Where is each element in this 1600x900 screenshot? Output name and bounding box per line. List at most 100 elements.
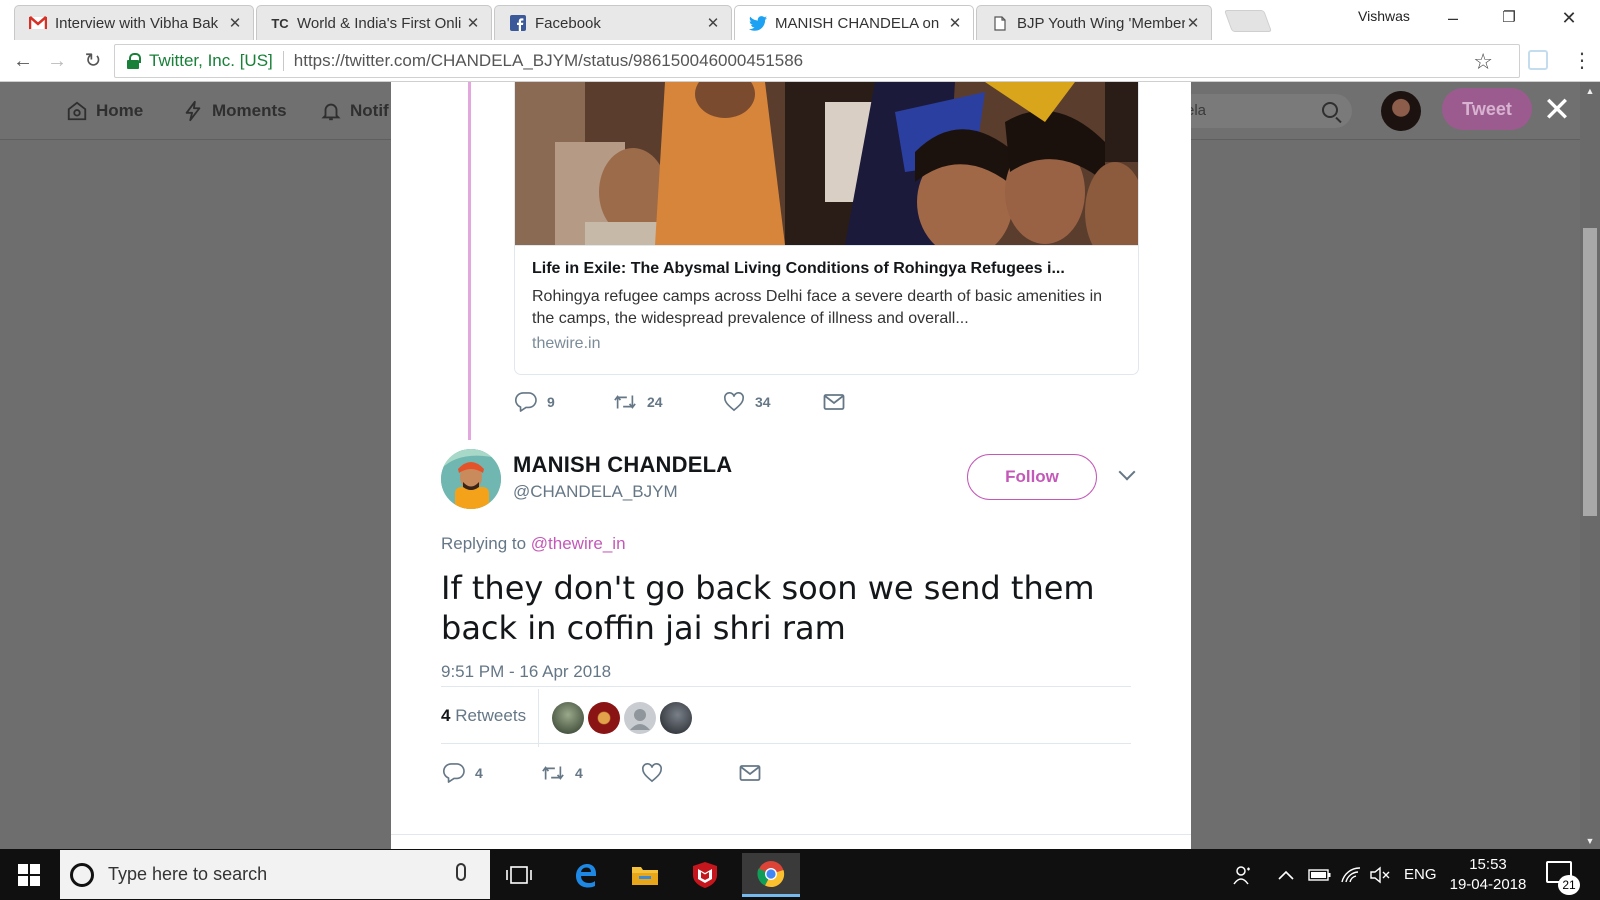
new-tab-button[interactable] [1223,10,1273,32]
tab-title: Facebook [535,14,601,32]
taskbar-search-placeholder: Type here to search [108,864,268,884]
modal-bottom-divider [391,834,1191,835]
tab-facebook[interactable]: Facebook ✕ [494,5,732,40]
reply-action[interactable]: 9 [515,392,613,412]
tweet-timestamp[interactable]: 9:51 PM - 16 Apr 2018 [441,662,611,682]
card-image[interactable] [515,82,1138,245]
like-action[interactable] [641,763,739,783]
edge-icon[interactable] [556,853,614,897]
retweet-stats[interactable]: 4 Retweets [441,706,526,726]
forward-icon[interactable]: → [44,48,70,74]
scroll-up-arrow-icon[interactable]: ▲ [1584,86,1596,96]
nav-moments-label: Moments [212,101,287,120]
retweeter-avatar[interactable] [552,702,584,734]
tray-overflow-chevron-icon[interactable] [1278,849,1294,900]
tab-close-icon[interactable]: ✕ [227,14,243,32]
retweet-action[interactable]: 24 [613,393,723,411]
scrollbar-thumb[interactable] [1583,228,1597,516]
parent-tweet-actions: 9 24 34 [515,392,845,412]
gmail-icon [29,15,47,31]
microphone-icon[interactable] [456,863,466,881]
user-avatar[interactable] [1381,91,1421,131]
tab-twitter[interactable]: MANISH CHANDELA on ✕ [734,5,974,40]
battery-icon[interactable] [1308,849,1332,900]
window-close-icon[interactable]: ✕ [1554,6,1584,30]
wifi-icon[interactable] [1340,849,1362,900]
nav-moments[interactable]: Moments [182,100,287,122]
file-explorer-icon[interactable] [616,853,674,897]
windows-start-icon[interactable] [18,864,40,886]
reload-icon[interactable]: ↻ [80,48,106,74]
extension-icon[interactable] [1528,50,1548,70]
task-view-icon[interactable] [490,853,548,897]
replying-to-mention[interactable]: @thewire_in [531,534,626,553]
cortana-icon[interactable] [70,862,94,887]
scroll-down-arrow-icon[interactable]: ▼ [1584,836,1596,846]
author-handle[interactable]: @CHANDELA_BJYM [513,482,678,502]
retweet-stat-label: Retweets [455,706,527,725]
lightning-icon [185,100,201,122]
card-domain[interactable]: thewire.in [532,335,1121,353]
retweeter-avatar[interactable] [588,702,620,734]
back-icon[interactable]: ← [10,48,36,74]
tab-close-icon[interactable]: ✕ [947,14,963,32]
heart-icon [642,763,662,783]
author-name[interactable]: MANISH CHANDELA [513,452,732,478]
close-overlay-icon[interactable]: ✕ [1542,93,1572,127]
retweeter-avatar[interactable] [624,702,656,734]
follow-button[interactable]: Follow [967,454,1097,500]
nav-home-label: Home [96,101,144,120]
tweet-actions: 4 4 [443,763,761,783]
nav-notifications[interactable]: Notif [320,100,389,122]
card-body[interactable]: Life in Exile: The Abysmal Living Condit… [515,245,1138,374]
profile-name[interactable]: Vishwas [1358,8,1410,24]
more-options-chevron-icon[interactable] [1118,463,1136,481]
reply-count: 9 [547,394,555,410]
tab-gmail[interactable]: Interview with Vibha Bak ✕ [14,5,254,40]
tab-close-icon[interactable]: ✕ [705,14,721,32]
stats-divider-top [441,686,1131,687]
system-clock[interactable]: 15:53 19-04-2018 [1446,855,1530,895]
windows-taskbar: Type here to search ENG 15:53 19-04-2018… [0,849,1600,900]
link-preview-card[interactable]: Life in Exile: The Abysmal Living Condit… [514,82,1139,375]
site-identity[interactable]: Twitter, Inc. [US] [149,51,273,71]
tab-techcrunch[interactable]: TC World & India's First Onli ✕ [256,5,492,40]
tab-title: World & India's First Onli [297,14,462,32]
bookmark-star-icon[interactable]: ☆ [1473,49,1493,75]
notification-count-badge: 21 [1558,875,1580,895]
taskbar-search-input[interactable]: Type here to search [60,850,490,899]
tab-title: BJP Youth Wing 'Member [1017,14,1185,32]
default-user-icon [630,709,650,730]
author-avatar[interactable] [441,449,501,509]
compose-tweet-button[interactable]: Tweet [1442,88,1532,130]
people-icon[interactable] [1232,849,1254,900]
search-icon[interactable] [1322,102,1338,118]
bell-icon [321,103,341,121]
dm-action[interactable] [739,764,761,782]
browser-toolbar: ← → ↻ Twitter, Inc. [US] https://twitter… [0,40,1600,82]
browser-tab-strip: Interview with Vibha Bak ✕ TC World & In… [0,0,1600,40]
reply-action[interactable]: 4 [443,763,541,783]
tab-article[interactable]: BJP Youth Wing 'Member ✕ [976,5,1212,40]
dm-action[interactable] [823,393,845,411]
nav-home[interactable]: Home [66,100,143,122]
like-action[interactable]: 34 [723,392,823,412]
menu-kebab-icon[interactable]: ⋮ [1572,48,1592,73]
url-text[interactable]: https://twitter.com/CHANDELA_BJYM/status… [294,51,803,71]
retweet-action[interactable]: 4 [541,764,641,782]
retweet-icon [614,395,636,409]
retweeter-avatar[interactable] [660,702,692,734]
restore-icon[interactable]: ❐ [1494,6,1524,30]
stats-vertical-divider [538,689,539,747]
twitter-search-input[interactable]: ela [1176,94,1352,128]
chrome-icon[interactable] [742,853,800,897]
address-bar[interactable]: Twitter, Inc. [US] https://twitter.com/C… [114,44,1520,78]
twitter-icon [749,15,767,31]
card-title[interactable]: Life in Exile: The Abysmal Living Condit… [532,260,1121,278]
tab-close-icon[interactable]: ✕ [465,14,481,32]
tab-close-icon[interactable]: ✕ [1185,14,1201,32]
mcafee-icon[interactable] [676,853,734,897]
volume-muted-icon[interactable] [1370,849,1390,900]
input-language[interactable]: ENG [1404,849,1437,900]
minimize-icon[interactable]: – [1438,6,1468,30]
